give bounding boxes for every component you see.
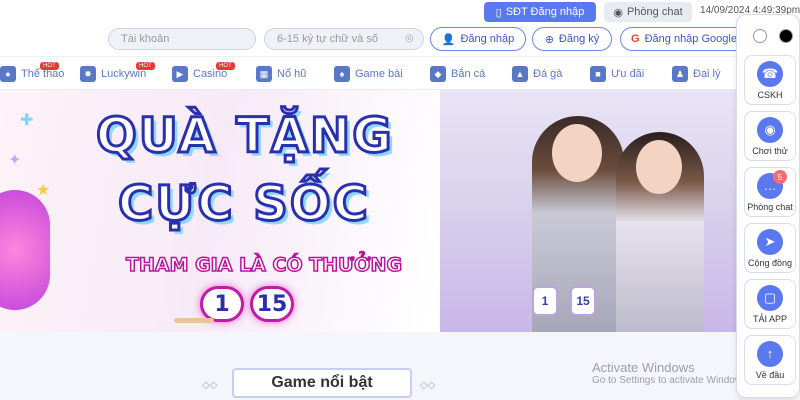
- agent-icon: ♟: [672, 66, 688, 82]
- login-button[interactable]: 👤 Đăng nhập: [430, 27, 526, 51]
- chat-room-label: Phòng chat: [626, 6, 683, 18]
- nav-item-cockfight[interactable]: ▲ Đá gà: [512, 57, 562, 91]
- sidebar-label: Về đầu: [755, 369, 785, 380]
- sidebar-item-community[interactable]: ➤ Cộng đồng: [744, 223, 796, 273]
- login-row: Tài khoản 6-15 ký tự chữ và số ◎ 👤 Đăng …: [0, 24, 800, 56]
- promo-chip: 1: [532, 286, 558, 316]
- nav-label: Nổ hũ: [277, 68, 307, 80]
- google-login-button[interactable]: G Đăng nhập Google: [620, 27, 748, 51]
- sidebar-label: TẢI APP: [752, 313, 787, 324]
- activate-windows-title: Activate Windows: [592, 360, 695, 375]
- sports-icon: ●: [0, 66, 16, 82]
- promo-month: 15: [250, 286, 294, 322]
- sidebar-item-chat[interactable]: 5 … Phòng chat: [744, 167, 796, 217]
- floating-sidebar: ☎ CSKH ◉ Chơi thử 5 … Phòng chat ➤ Cộng …: [736, 14, 800, 398]
- username-input[interactable]: Tài khoản: [108, 28, 256, 50]
- banner-subtitle: THAM GIA LÀ CÓ THƯỞNG: [125, 253, 403, 277]
- sidebar-item-download-app[interactable]: ▢ TẢI APP: [744, 279, 796, 329]
- cards-icon: ♠: [334, 66, 350, 82]
- nav-label: Bắn cá: [451, 68, 486, 80]
- nav-label: Game bài: [355, 68, 403, 80]
- arrow-up-icon: ↑: [757, 340, 783, 367]
- login-label: Đăng nhập: [460, 33, 515, 45]
- chat-room-button[interactable]: ◉ Phòng chat: [604, 2, 692, 22]
- luckywin-icon: ✸: [80, 66, 96, 82]
- app-icon: ▢: [757, 284, 783, 311]
- slot-icon: ▦: [256, 66, 272, 82]
- main-nav: ● Thể thao HOT ✸ Luckywin HOT ▶ Casino H…: [0, 56, 740, 90]
- chat-bubble-icon: ◉: [613, 6, 623, 19]
- nav-label: Ưu đãi: [611, 68, 645, 80]
- nav-label: Đá gà: [533, 68, 563, 80]
- nav-item-luckywin[interactable]: ✸ Luckywin HOT: [80, 57, 155, 91]
- add-user-icon: ⊕: [544, 33, 554, 46]
- sparkle-icon: ✚: [20, 112, 34, 129]
- banner-title-line2: CỰC SỐC: [117, 175, 370, 234]
- google-login-label: Đăng nhập Google: [644, 33, 737, 45]
- nav-label: Đại lý: [693, 68, 721, 80]
- hot-badge: HOT: [40, 62, 59, 70]
- dark-theme-toggle[interactable]: [779, 29, 793, 43]
- fish-icon: ◆: [430, 66, 446, 82]
- hot-badge: HOT: [216, 62, 235, 70]
- model-face: [636, 140, 682, 194]
- neon-decoration: [0, 190, 50, 310]
- notification-badge: 5: [773, 170, 787, 184]
- promo-day: 1: [200, 286, 244, 322]
- carousel-indicator[interactable]: [174, 318, 214, 323]
- register-button[interactable]: ⊕ Đăng ký: [532, 27, 612, 51]
- activate-windows-hint: Go to Settings to activate Windows.: [592, 375, 750, 386]
- sdt-login-button[interactable]: ▯ SĐT Đăng nhập: [484, 2, 596, 22]
- diamond-decoration-icon: ◇◇: [202, 380, 218, 391]
- sidebar-item-support[interactable]: ☎ CSKH: [744, 55, 796, 105]
- nav-item-casino[interactable]: ▶ Casino HOT: [172, 57, 235, 91]
- sdt-login-label: SĐT Đăng nhập: [505, 6, 585, 18]
- star-icon: ✦: [8, 152, 22, 169]
- trial-icon: ◉: [757, 116, 783, 143]
- support-icon: ☎: [757, 60, 783, 87]
- nav-item-fishing[interactable]: ◆ Bắn cá: [430, 57, 485, 91]
- telegram-icon: ➤: [757, 228, 783, 255]
- eye-icon[interactable]: ◎: [405, 33, 417, 45]
- sidebar-label: Phòng chat: [747, 201, 793, 212]
- nav-item-slots[interactable]: ▦ Nổ hũ: [256, 57, 306, 91]
- top-bar: ▯ SĐT Đăng nhập ◉ Phòng chat 14/09/2024 …: [0, 0, 800, 24]
- nav-item-sports[interactable]: ● Thể thao HOT: [0, 57, 64, 91]
- gift-icon: ■: [590, 66, 606, 82]
- hero-image: 1 15: [440, 90, 740, 332]
- casino-icon: ▶: [172, 66, 188, 82]
- user-icon: 👤: [441, 33, 456, 46]
- banner-title-line1: QUÀ TẶNG: [95, 107, 394, 166]
- light-theme-toggle[interactable]: [753, 29, 767, 43]
- sidebar-item-trial[interactable]: ◉ Chơi thử: [744, 111, 796, 161]
- hot-badge: HOT: [136, 62, 155, 70]
- featured-games-title: Game nổi bật: [232, 368, 412, 398]
- sidebar-item-back-to-top[interactable]: ↑ Về đầu: [744, 335, 796, 385]
- nav-item-card-games[interactable]: ♠ Game bài: [334, 57, 403, 91]
- nav-item-agent[interactable]: ♟ Đại lý: [672, 57, 721, 91]
- password-placeholder: 6-15 ký tự chữ và số: [277, 33, 378, 45]
- diamond-decoration-icon: ◇◇: [420, 380, 436, 391]
- sidebar-label: Chơi thử: [752, 145, 788, 156]
- sidebar-label: CSKH: [757, 89, 783, 100]
- phone-icon: ▯: [495, 6, 502, 19]
- nav-item-promotions[interactable]: ■ Ưu đãi: [590, 57, 644, 91]
- promo-banner[interactable]: ★ ✦ ✚ QUÀ TẶNG CỰC SỐC THAM GIA LÀ CÓ TH…: [0, 90, 740, 332]
- rooster-icon: ▲: [512, 66, 528, 82]
- sidebar-label: Cộng đồng: [747, 257, 793, 268]
- password-input[interactable]: 6-15 ký tự chữ và số ◎: [264, 28, 424, 50]
- register-label: Đăng ký: [558, 33, 600, 45]
- model-face: [552, 124, 602, 182]
- star-icon: ★: [36, 182, 51, 199]
- google-icon: G: [631, 33, 640, 45]
- promo-chip: 15: [570, 286, 596, 316]
